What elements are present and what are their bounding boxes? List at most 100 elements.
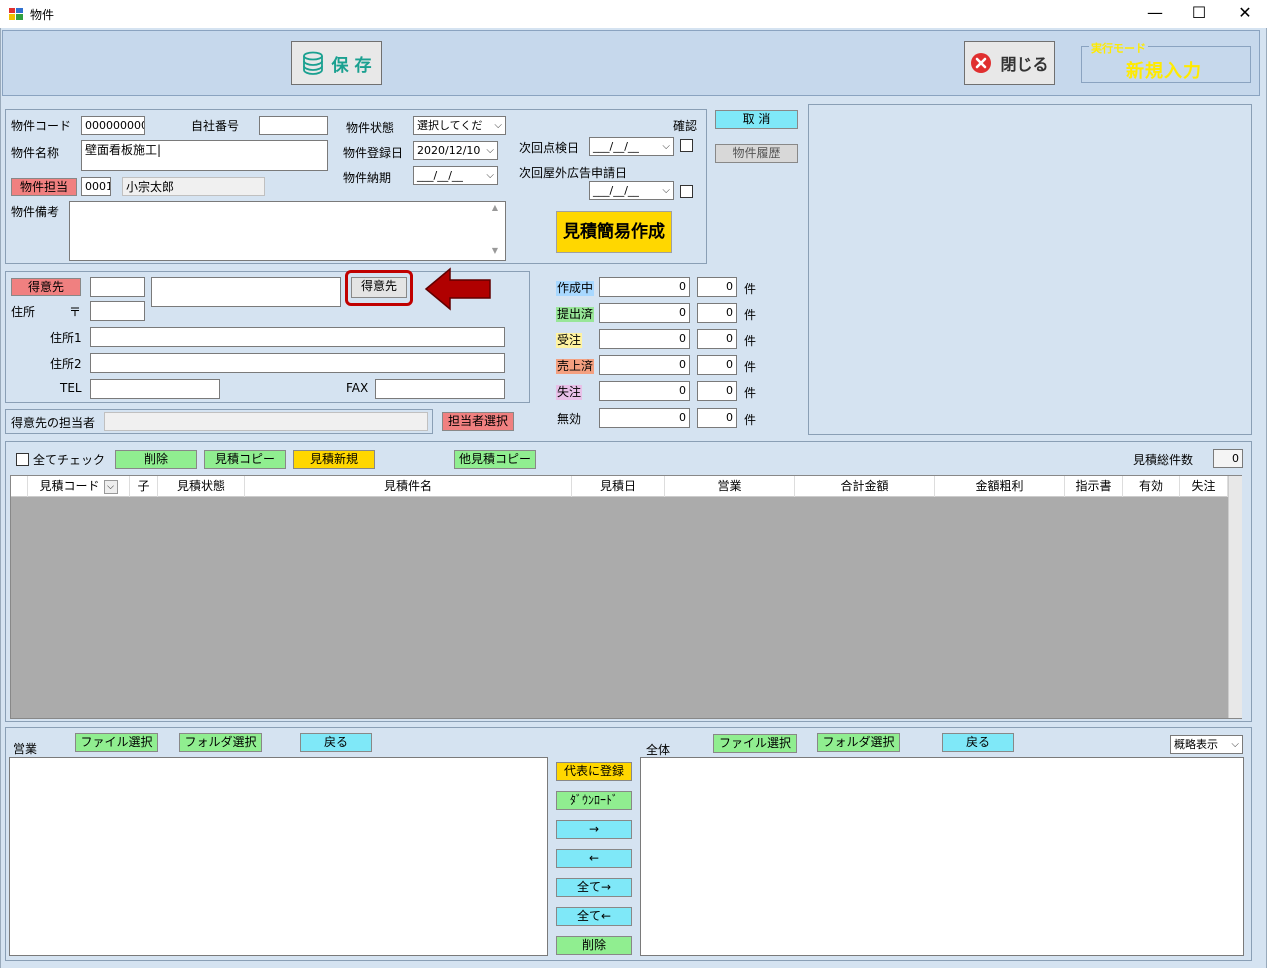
view-mode-select[interactable]: 概略表示 ⌵ — [1170, 735, 1243, 754]
all-right-button[interactable]: 全て→ — [556, 878, 632, 897]
column-header[interactable]: 指示書 — [1065, 476, 1123, 497]
address1-field[interactable] — [90, 327, 505, 347]
mode-label: 実行モード — [1089, 40, 1148, 56]
next-inspection-checkbox[interactable] — [680, 139, 693, 152]
customer-button[interactable]: 得意先 — [11, 278, 81, 296]
customer-name-field[interactable] — [151, 277, 341, 307]
column-header[interactable]: 有効 — [1123, 476, 1180, 497]
column-header[interactable]: 見積状態 — [158, 476, 245, 497]
new-estimate-button[interactable]: 見積新規 — [293, 450, 375, 469]
chevron-down-icon: ⌵ — [486, 145, 494, 156]
all-file-select-button[interactable]: ファイル選択 — [713, 734, 797, 753]
delete-file-button[interactable]: 削除 — [556, 936, 632, 955]
view-mode-value: 概略表示 — [1174, 738, 1218, 751]
column-header-label: 合計金額 — [840, 479, 889, 493]
save-button[interactable]: 保 存 — [291, 41, 382, 85]
column-header[interactable]: 見積件名 — [245, 476, 572, 497]
register-rep-button[interactable]: 代表に登録 — [556, 762, 632, 781]
address-label: 住所 — [11, 305, 36, 319]
all-files-list[interactable] — [640, 757, 1244, 956]
postal-mark: 〒 — [69, 305, 82, 319]
history-button[interactable]: 物件履歴 — [715, 144, 798, 163]
move-right-button[interactable]: → — [556, 820, 632, 839]
summary-label: 受注 — [556, 333, 583, 348]
confirm-label: 確認 — [673, 119, 698, 133]
tel-field[interactable] — [90, 379, 220, 399]
next-ad-label: 次回屋外広告申請日 — [519, 166, 628, 180]
other-copy-button[interactable]: 他見積コピー — [454, 450, 536, 469]
column-header-label: 見積状態 — [176, 479, 225, 493]
notes-field[interactable] — [69, 201, 506, 261]
chevron-down-icon[interactable]: ⌵ — [103, 479, 118, 494]
column-header-label: 見積コード — [39, 479, 100, 493]
next-inspection-value: ___/__/__ — [593, 140, 639, 153]
next-inspection-picker[interactable]: ___/__/__ ⌵ — [589, 137, 674, 156]
side-preview-panel — [808, 104, 1252, 435]
app-icon — [9, 8, 23, 20]
column-header[interactable]: 見積日 — [572, 476, 665, 497]
column-header[interactable]: 失注 — [1180, 476, 1228, 497]
next-ad-picker[interactable]: ___/__/__ ⌵ — [589, 181, 674, 200]
address2-field[interactable] — [90, 353, 505, 373]
estimate-quick-button[interactable]: 見積簡易作成 — [556, 211, 672, 253]
contact-select-button[interactable]: 担当者選択 — [442, 412, 514, 431]
staff-name-field: 小宗太郎 — [122, 177, 265, 196]
name-label: 物件名称 — [11, 146, 60, 160]
column-header[interactable]: 見積コード ⌵ — [28, 476, 130, 497]
copy-estimate-button[interactable]: 見積コピー — [204, 450, 286, 469]
company-no-field[interactable] — [259, 116, 328, 135]
column-header-label: 子 — [137, 479, 150, 493]
column-header[interactable]: 営業 — [665, 476, 795, 497]
chevron-down-icon: ⌵ — [662, 185, 670, 196]
sales-file-select-button[interactable]: ファイル選択 — [75, 733, 158, 752]
column-header[interactable]: 金額粗利 — [935, 476, 1065, 497]
summary-label: 無効 — [557, 412, 582, 426]
cancel-button[interactable]: 取 消 — [715, 110, 798, 129]
all-folder-select-button[interactable]: フォルダ選択 — [817, 733, 900, 752]
status-value: 選択してくだ — [417, 119, 483, 132]
staff-code-field[interactable]: 0001 — [81, 177, 111, 196]
fax-field[interactable] — [375, 379, 505, 399]
close-form-button[interactable]: 閉じる — [964, 41, 1055, 85]
minimize-button[interactable]: — — [1132, 2, 1178, 26]
column-header[interactable]: 子 — [130, 476, 158, 497]
property-code-field[interactable]: 0000000006 — [81, 116, 145, 135]
addr2-label: 住所2 — [50, 357, 82, 371]
maximize-button[interactable]: ☐ — [1176, 2, 1222, 26]
sales-folder-select-button[interactable]: フォルダ選択 — [179, 733, 262, 752]
grid-scrollbar[interactable] — [1228, 476, 1242, 718]
all-back-button[interactable]: 戻る — [942, 733, 1014, 752]
sales-back-button[interactable]: 戻る — [300, 733, 372, 752]
status-select[interactable]: 選択してくだ ⌵ — [413, 116, 506, 135]
sales-files-list[interactable] — [9, 757, 548, 956]
column-header-label: 営業 — [717, 479, 742, 493]
summary-amount: 0 — [599, 408, 690, 428]
column-header-label: 見積件名 — [383, 479, 432, 493]
summary-count: 0 — [697, 277, 737, 297]
estimates-grid[interactable] — [10, 475, 1242, 719]
column-header[interactable]: 合計金額 — [795, 476, 935, 497]
notes-label: 物件備考 — [11, 205, 60, 219]
customer-lookup-button[interactable]: 得意先 — [351, 277, 407, 298]
contact-label: 得意先の担当者 — [11, 416, 96, 430]
reg-date-picker[interactable]: 2020/12/10 ⌵ — [413, 141, 498, 160]
move-left-button[interactable]: ← — [556, 849, 632, 868]
close-form-label: 閉じる — [1000, 55, 1049, 74]
customer-code-field[interactable] — [90, 277, 145, 297]
staff-button[interactable]: 物件担当 — [11, 178, 77, 196]
delivery-date-picker[interactable]: ___/__/__ ⌵ — [413, 166, 498, 185]
summary-count: 0 — [697, 303, 737, 323]
summary-unit: 件 — [744, 360, 757, 374]
chevron-down-icon: ⌵ — [1231, 739, 1239, 750]
check-all-checkbox[interactable] — [16, 453, 29, 466]
all-left-button[interactable]: 全て← — [556, 907, 632, 926]
summary-count: 0 — [697, 355, 737, 375]
delete-estimate-button[interactable]: 削除 — [115, 450, 197, 469]
postal-code-field[interactable] — [90, 301, 145, 321]
close-window-button[interactable]: ✕ — [1222, 2, 1267, 26]
download-button[interactable]: ﾀﾞｳﾝﾛｰﾄﾞ — [556, 791, 632, 810]
notes-scrollbar[interactable]: ▲ ▼ — [488, 203, 502, 259]
property-name-field[interactable]: 壁面看板施工| — [81, 140, 328, 171]
all-files-label: 全体 — [646, 743, 671, 757]
next-ad-checkbox[interactable] — [680, 185, 693, 198]
